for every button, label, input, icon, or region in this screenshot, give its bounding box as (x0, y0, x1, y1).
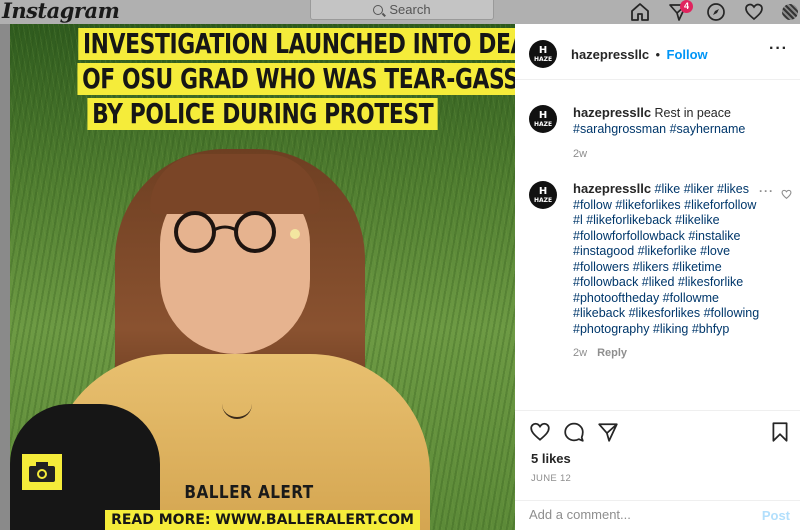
watermark: BALLER ALERT (184, 482, 314, 503)
glasses-shape (174, 211, 300, 253)
search-placeholder: Search (389, 2, 431, 17)
avatar-brand: HAZE (533, 120, 553, 128)
necklace-shape (222, 364, 252, 419)
comment-text: hazepressllc #like #liker #likes #follow… (573, 181, 761, 337)
home-icon[interactable] (630, 2, 650, 22)
headline-line: BY POLICE DURING PROTEST (87, 98, 438, 130)
post-side-panel: H HAZE hazepressllc • Follow ··· H HAZE … (515, 24, 800, 530)
headline: INVESTIGATION LAUNCHED INTO DEATH OF OSU… (10, 24, 515, 133)
comment-time: 2w (573, 347, 588, 359)
caption-username[interactable]: hazepressllc (573, 105, 651, 120)
camera-logo-icon (22, 454, 62, 490)
post-date: JUNE 12 (531, 473, 572, 484)
post-header: H HAZE hazepressllc • Follow ··· (515, 24, 800, 80)
comment-like-icon[interactable] (781, 187, 792, 205)
search-icon (373, 4, 384, 15)
reply-button[interactable]: Reply (597, 347, 627, 359)
heart-icon[interactable] (744, 2, 764, 22)
share-icon[interactable] (597, 421, 619, 448)
comment-tags[interactable]: #like #liker #likes #follow #likeforlike… (573, 182, 759, 336)
top-nav: Instagram Search 4 (0, 0, 800, 24)
avatar-brand: HAZE (533, 55, 553, 63)
comment-input[interactable] (529, 507, 729, 522)
headline-line: OF OSU GRAD WHO WAS TEAR-GASSED (77, 63, 515, 95)
comment-avatar[interactable]: H HAZE (529, 181, 557, 209)
header-meta: hazepressllc • Follow (571, 46, 708, 64)
caption-body: Rest in peace (654, 106, 731, 120)
direct-icon[interactable]: 4 (668, 0, 694, 22)
profile-avatar[interactable] (782, 4, 798, 20)
comment-icon[interactable] (563, 421, 585, 448)
likes-count[interactable]: 5 likes (531, 451, 571, 466)
caption-time: 2w (573, 148, 588, 160)
comment-more-icon[interactable]: ··· (759, 184, 774, 198)
avatar-brand: HAZE (533, 196, 553, 204)
avatar-letter: H (538, 44, 548, 56)
avatar-letter: H (538, 109, 548, 121)
caption-avatar[interactable]: H HAZE (529, 105, 557, 133)
follow-button[interactable]: Follow (667, 47, 708, 62)
search-box[interactable]: Search (310, 0, 494, 20)
instagram-logo[interactable]: Instagram (2, 0, 120, 23)
like-icon[interactable] (529, 421, 551, 448)
header-username[interactable]: hazepressllc (571, 47, 649, 62)
more-options-icon[interactable]: ··· (769, 40, 788, 58)
explore-icon[interactable] (706, 2, 726, 22)
avatar-letter: H (538, 185, 548, 197)
bangs-shape (150, 154, 320, 214)
post-comment-button[interactable]: Post (762, 508, 790, 523)
author-avatar[interactable]: H HAZE (529, 40, 557, 68)
headline-line: INVESTIGATION LAUNCHED INTO DEATH (78, 28, 515, 60)
comment-username[interactable]: hazepressllc (573, 181, 651, 196)
header-separator: • (655, 47, 661, 62)
caption-tags[interactable]: #sarahgrossman #sayhername (573, 122, 745, 136)
post-image[interactable]: INVESTIGATION LAUNCHED INTO DEATH OF OSU… (10, 24, 515, 530)
caption-text: hazepressllc Rest in peace #sarahgrossma… (573, 105, 763, 137)
activity-badge: 4 (680, 0, 694, 13)
nav-icons: 4 (630, 0, 800, 24)
bookmark-icon[interactable] (770, 421, 790, 448)
read-more-banner: READ MORE: WWW.BALLERALERT.COM (105, 510, 420, 530)
comment-meta: 2w Reply (573, 347, 627, 359)
comment-composer: Post (515, 500, 800, 530)
post-actions: 5 likes JUNE 12 (515, 410, 800, 500)
